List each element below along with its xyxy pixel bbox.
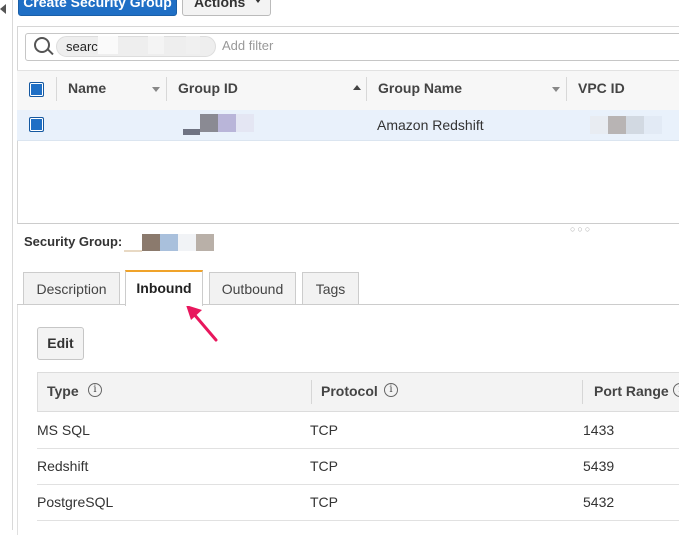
- column-divider: [311, 380, 312, 404]
- row-checkbox[interactable]: [29, 117, 44, 132]
- rules-column-type: Type: [47, 383, 79, 399]
- sort-down-icon[interactable]: [552, 87, 560, 92]
- redacted-group-id: [218, 114, 236, 132]
- column-divider: [166, 77, 167, 101]
- rules-column-protocol: Protocol: [321, 383, 378, 399]
- rule-port-range: 5439: [583, 458, 615, 474]
- column-header-group-name[interactable]: Group Name: [378, 80, 462, 96]
- annotation-arrow-icon: [186, 305, 218, 342]
- column-divider: [582, 380, 583, 404]
- sort-up-icon[interactable]: [353, 85, 361, 90]
- rule-type: MS SQL: [37, 422, 90, 438]
- info-icon[interactable]: i: [88, 383, 102, 397]
- chevron-down-icon: [255, 0, 261, 3]
- search-token-text: searc: [66, 39, 98, 54]
- column-divider: [566, 77, 567, 101]
- panel-resize-handle[interactable]: ○○○: [570, 224, 592, 234]
- column-header-vpc-id[interactable]: VPC ID: [578, 80, 625, 96]
- rule-type: Redshift: [37, 458, 89, 474]
- rule-protocol: TCP: [310, 422, 338, 438]
- rule-port-range: 5432: [583, 494, 615, 510]
- actions-label: Actions: [194, 0, 246, 10]
- tab-tags[interactable]: Tags: [302, 272, 359, 305]
- redacted-security-group-id: [142, 234, 160, 251]
- tab-description[interactable]: Description: [23, 272, 120, 305]
- info-icon[interactable]: i: [384, 383, 398, 397]
- redacted-security-group-id: [124, 250, 142, 252]
- redacted-group-id: [183, 129, 200, 135]
- actions-button[interactable]: Actions: [182, 0, 271, 16]
- row-group-name: Amazon Redshift: [377, 117, 484, 133]
- select-all-checkbox[interactable]: [29, 82, 44, 97]
- redacted-block: [98, 36, 118, 54]
- redacted-security-group-id: [160, 234, 178, 251]
- tab-inbound[interactable]: Inbound: [125, 270, 203, 306]
- sort-down-icon[interactable]: [152, 87, 160, 92]
- create-security-group-button[interactable]: Create Security Group: [18, 0, 177, 16]
- redacted-vpc-id: [626, 116, 644, 134]
- redacted-security-group-id: [196, 234, 214, 251]
- rules-column-port-range: Port Range: [594, 383, 669, 399]
- security-group-label: Security Group:: [24, 234, 123, 249]
- column-divider: [56, 77, 57, 101]
- left-nav-collapsed-panel: [0, 0, 13, 530]
- redacted-block: [148, 36, 164, 54]
- redacted-security-group-id: [178, 234, 196, 251]
- rule-type: PostgreSQL: [37, 494, 114, 510]
- rule-protocol: TCP: [310, 494, 338, 510]
- rule-port-range: 1433: [583, 422, 615, 438]
- redacted-block: [186, 36, 200, 54]
- column-header-name[interactable]: Name: [68, 80, 106, 96]
- rule-protocol: TCP: [310, 458, 338, 474]
- collapse-left-icon[interactable]: [0, 4, 6, 14]
- add-filter-placeholder[interactable]: Add filter: [222, 38, 273, 53]
- redacted-group-id: [236, 114, 254, 132]
- column-header-group-id[interactable]: Group ID: [178, 80, 238, 96]
- redacted-vpc-id: [644, 116, 662, 134]
- table-row[interactable]: [17, 110, 679, 141]
- edit-button[interactable]: Edit: [37, 327, 84, 360]
- redacted-vpc-id: [590, 116, 608, 134]
- search-icon: [34, 37, 50, 53]
- column-divider: [366, 77, 367, 101]
- redacted-vpc-id: [608, 116, 626, 134]
- redacted-group-id: [200, 114, 218, 132]
